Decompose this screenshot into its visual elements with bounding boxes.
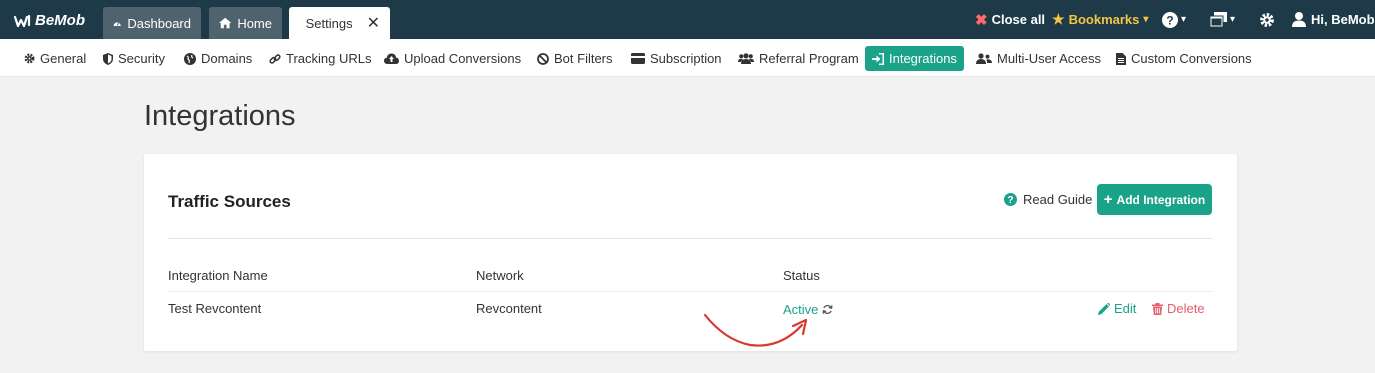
- nav-referral-program-label: Referral Program: [759, 51, 859, 66]
- column-header-status[interactable]: Status: [783, 268, 820, 283]
- shield-icon: [103, 52, 113, 65]
- settings-nav: General Security Domains Tracking URLs U…: [0, 39, 1375, 77]
- user-icon: [1292, 12, 1306, 27]
- link-icon: [269, 53, 281, 64]
- star-icon: ★: [1052, 11, 1065, 27]
- tab-home-label: Home: [237, 15, 272, 31]
- nav-bot-filters[interactable]: Bot Filters: [530, 46, 620, 71]
- read-guide-label: Read Guide: [1023, 192, 1093, 207]
- nav-tracking-urls[interactable]: Tracking URLs: [262, 46, 378, 71]
- globe-icon: [184, 52, 196, 65]
- pencil-icon: [1098, 302, 1110, 315]
- nav-security[interactable]: Security: [96, 46, 172, 71]
- bookmarks-button[interactable]: ★ Bookmarks ▾: [1052, 0, 1148, 39]
- logo-icon: [14, 14, 31, 27]
- nav-multi-user-access-label: Multi-User Access: [997, 51, 1102, 66]
- nav-referral-program[interactable]: Referral Program: [731, 46, 866, 71]
- nav-subscription-label: Subscription: [650, 51, 722, 66]
- svg-text:?: ?: [1007, 195, 1013, 206]
- ban-icon: [537, 52, 549, 65]
- card-divider: [168, 238, 1212, 239]
- help-button[interactable]: ? ▾: [1162, 0, 1186, 39]
- sign-in-icon: [872, 52, 884, 65]
- plus-icon: +: [1103, 191, 1113, 208]
- close-tab-icon[interactable]: ✕: [367, 13, 380, 33]
- nav-multi-user-access[interactable]: Multi-User Access: [969, 46, 1108, 71]
- cloud-upload-icon: [384, 53, 399, 64]
- tab-home[interactable]: Home: [209, 7, 282, 39]
- read-guide-link[interactable]: ? Read Guide: [1004, 192, 1092, 207]
- close-all-button[interactable]: ✖ Close all: [975, 0, 1045, 39]
- close-all-label: Close all: [991, 12, 1046, 27]
- close-all-icon: ✖: [975, 11, 988, 29]
- windows-button[interactable]: ▾: [1210, 0, 1235, 39]
- file-icon: [1116, 52, 1126, 65]
- nav-upload-conversions-label: Upload Conversions: [404, 51, 522, 66]
- chevron-down-icon: ▾: [1181, 14, 1187, 25]
- row-network: Revcontent: [476, 301, 542, 316]
- chevron-down-icon: ▾: [1230, 14, 1236, 25]
- tab-dashboard[interactable]: Dashboard: [103, 7, 201, 39]
- logo-text: BeMob: [35, 12, 85, 29]
- nav-integrations-label: Integrations: [889, 51, 957, 66]
- card-title: Traffic Sources: [168, 192, 291, 211]
- nav-domains-label: Domains: [201, 51, 253, 66]
- nav-bot-filters-label: Bot Filters: [554, 51, 613, 66]
- gear-icon: [24, 53, 35, 64]
- user-greeting: Hi, BeMob: [1311, 12, 1375, 27]
- gear-icon: [299, 22, 300, 24]
- delete-label: Delete: [1167, 301, 1205, 316]
- add-integration-button[interactable]: + Add Integration: [1097, 184, 1212, 215]
- dashboard-icon: [113, 22, 121, 26]
- question-circle-icon: ?: [1004, 193, 1017, 206]
- top-bar: BeMob Dashboard Home Settings ✕ ✖ Close …: [0, 0, 1375, 39]
- nav-domains[interactable]: Domains: [177, 46, 259, 71]
- settings-button[interactable]: [1259, 0, 1275, 39]
- edit-label: Edit: [1114, 301, 1137, 316]
- nav-general[interactable]: General: [17, 46, 93, 71]
- bookmarks-label: Bookmarks: [1068, 12, 1140, 27]
- traffic-sources-card: Traffic Sources ? Read Guide + Add Integ…: [144, 154, 1237, 351]
- nav-security-label: Security: [118, 51, 165, 66]
- nav-general-label: General: [40, 51, 87, 66]
- tab-settings[interactable]: Settings ✕: [289, 7, 390, 39]
- chevron-down-icon: ▾: [1143, 14, 1149, 25]
- svg-text:?: ?: [1166, 13, 1173, 27]
- user-group-icon: [976, 53, 992, 64]
- annotation-arrow: [703, 313, 808, 347]
- gear-icon: [1260, 12, 1274, 27]
- tab-dashboard-label: Dashboard: [127, 15, 191, 31]
- user-menu[interactable]: Hi, BeMob: [1292, 0, 1375, 39]
- nav-upload-conversions[interactable]: Upload Conversions: [377, 46, 528, 71]
- delete-button[interactable]: Delete: [1152, 301, 1205, 316]
- home-icon: [219, 17, 232, 29]
- column-header-network[interactable]: Network: [476, 268, 524, 283]
- column-header-integration-name[interactable]: Integration Name: [168, 268, 268, 283]
- nav-custom-conversions[interactable]: Custom Conversions: [1109, 46, 1259, 71]
- row-integration-name: Test Revcontent: [168, 301, 262, 316]
- refresh-icon[interactable]: [822, 304, 833, 315]
- nav-tracking-urls-label: Tracking URLs: [286, 51, 372, 66]
- credit-card-icon: [631, 53, 645, 64]
- edit-button[interactable]: Edit: [1098, 301, 1136, 316]
- page-title: Integrations: [144, 100, 296, 132]
- windows-icon: [1210, 12, 1227, 27]
- nav-integrations[interactable]: Integrations: [865, 46, 964, 71]
- nav-custom-conversions-label: Custom Conversions: [1131, 51, 1252, 66]
- question-circle-icon: ?: [1162, 11, 1178, 28]
- trash-icon: [1152, 302, 1163, 315]
- nav-subscription[interactable]: Subscription: [624, 46, 729, 71]
- users-icon: [738, 53, 754, 64]
- add-integration-label: Add Integration: [1116, 192, 1206, 207]
- table-header-divider: [168, 291, 1212, 292]
- tab-settings-label: Settings: [305, 15, 353, 31]
- bemob-logo[interactable]: BeMob: [14, 12, 85, 29]
